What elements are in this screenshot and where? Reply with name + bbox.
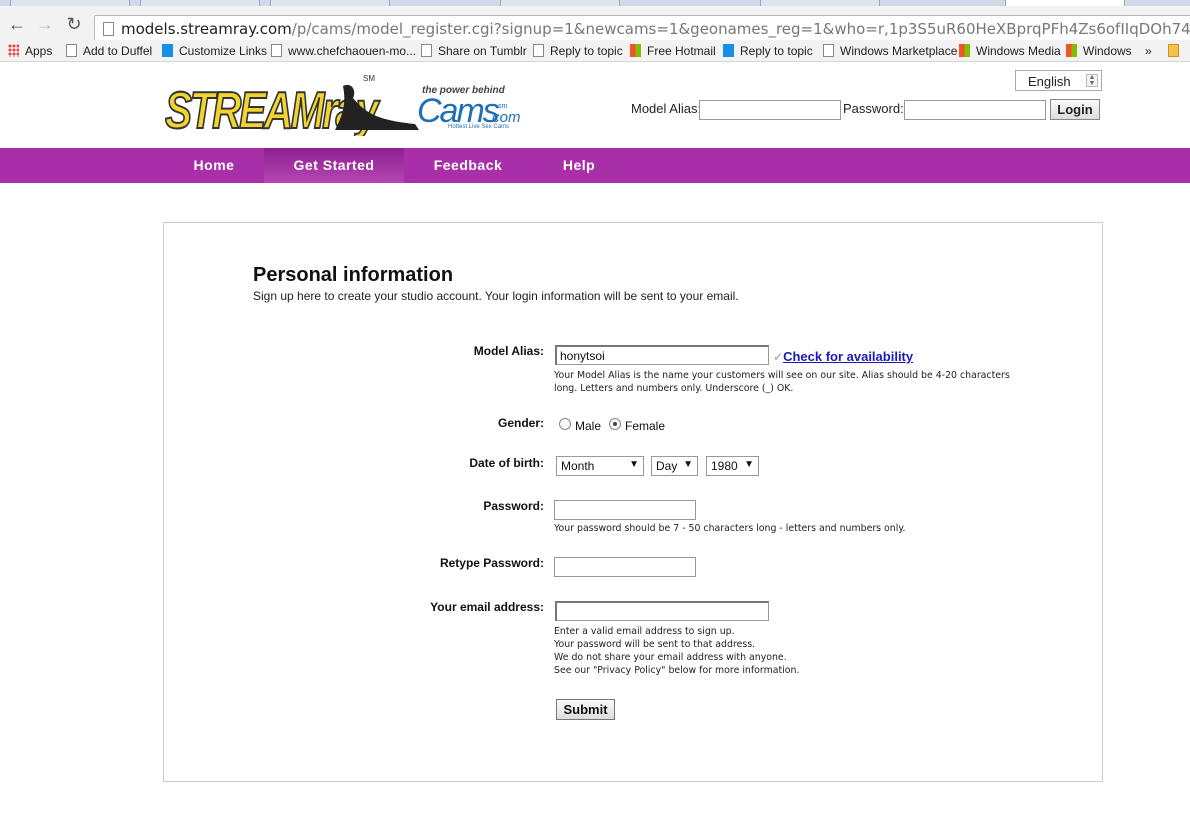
language-select[interactable]: English ▲ ▼: [1015, 70, 1102, 91]
bookmark-share-on-tumblr[interactable]: Share on Tumblr: [421, 43, 527, 59]
nav-home[interactable]: Home: [164, 148, 264, 183]
folder-icon: [1168, 44, 1179, 57]
bookmarks-bar: Apps Add to Duffel Customize Links www.c…: [0, 40, 1190, 62]
gender-label: Gender:: [497, 416, 544, 430]
bookmark-apps[interactable]: Apps: [8, 43, 52, 59]
checkmark-icon: ✓: [773, 350, 784, 364]
password-label: Password:: [483, 499, 544, 513]
page-icon: [823, 44, 834, 57]
dropdown-arrow-icon: ▼: [683, 459, 693, 470]
bookmark-reply-to-topic[interactable]: Reply to topic: [533, 43, 623, 59]
header-password-input[interactable]: [904, 100, 1046, 120]
bookmark-windows[interactable]: Windows: [1066, 43, 1132, 59]
model-alias-hint: Your Model Alias is the name your custom…: [554, 370, 1010, 394]
page-subtitle: Sign up here to create your studio accou…: [253, 289, 739, 303]
dropdown-arrow-icon: ▼: [744, 459, 754, 470]
logo-cams-sub: Hottest Live Sex Cams: [448, 124, 509, 130]
bookmark-free-hotmail[interactable]: Free Hotmail: [630, 43, 716, 59]
password-hint: Your password should be 7 - 50 character…: [554, 523, 906, 534]
page-icon: [421, 44, 432, 57]
windows-icon: [162, 44, 173, 57]
check-availability-link[interactable]: Check for availability: [783, 349, 913, 364]
apps-grid-icon: [8, 44, 19, 57]
windows-flag-icon: [630, 44, 641, 57]
dropdown-arrow-icon: ▼: [629, 459, 639, 470]
forward-arrow-icon[interactable]: →: [35, 15, 55, 33]
submit-button[interactable]: Submit: [556, 699, 615, 720]
email-hint-3: We do not share your email address with …: [554, 652, 787, 663]
reload-icon[interactable]: ↻: [64, 15, 84, 33]
email-input[interactable]: [555, 601, 769, 621]
windows-flag-icon: [959, 44, 970, 57]
dob-month-select[interactable]: Month ▼: [556, 456, 644, 476]
bookmark-windows-marketplace[interactable]: Windows Marketplace: [823, 43, 957, 59]
header-alias-input[interactable]: [699, 100, 841, 120]
email-label: Your email address:: [430, 600, 544, 614]
dob-year-select[interactable]: 1980 ▼: [706, 456, 759, 476]
nav-help[interactable]: Help: [532, 148, 626, 183]
browser-toolbar: ← → ↻ models.streamray.com/p/cams/model_…: [0, 6, 1190, 42]
login-button[interactable]: Login: [1050, 99, 1100, 120]
bookmarks-folder[interactable]: [1168, 43, 1185, 59]
header-password-label: Password:: [843, 101, 904, 116]
gender-male-label: Male: [575, 419, 602, 433]
bookmark-reply-to-topic-2[interactable]: Reply to topic: [723, 43, 813, 59]
windows-flag-icon: [1066, 44, 1077, 57]
main-nav: Home Get Started Feedback Help: [0, 148, 1190, 183]
bookmarks-overflow-chevron[interactable]: »: [1145, 43, 1152, 59]
bookmark-customize-links[interactable]: Customize Links: [162, 43, 267, 59]
page-icon: [533, 44, 544, 57]
document-icon: [723, 44, 734, 57]
email-hint-4: See our "Privacy Policy" below for more …: [554, 665, 800, 676]
dob-label: Date of birth:: [469, 456, 544, 470]
nav-get-started[interactable]: Get Started: [264, 148, 404, 183]
email-hint-1: Enter a valid email address to sign up.: [554, 626, 735, 637]
silhouette-icon: [335, 84, 419, 130]
header-alias-label: Model Alias:: [631, 101, 702, 116]
page-icon: [271, 44, 282, 57]
bookmark-add-to-duffel[interactable]: Add to Duffel: [66, 43, 152, 59]
bookmark-windows-media[interactable]: Windows Media: [959, 43, 1061, 59]
nav-feedback[interactable]: Feedback: [404, 148, 532, 183]
availability-check: ✓Check for availability: [773, 349, 913, 364]
logo-sm-mark: SM: [363, 74, 375, 83]
password-input[interactable]: [554, 500, 696, 520]
retype-password-input[interactable]: [554, 557, 696, 577]
retype-password-label: Retype Password:: [439, 556, 544, 570]
logo-cams-sm: sm: [498, 103, 508, 110]
page-icon: [103, 22, 114, 36]
language-value: English: [1028, 74, 1071, 89]
back-arrow-icon[interactable]: ←: [7, 15, 27, 33]
page-icon: [66, 44, 77, 57]
address-url: models.streamray.com/p/cams/model_regist…: [121, 20, 1190, 38]
streamray-logo-graphic: STREAMray SM the power behind Cams .com …: [164, 74, 520, 140]
gender-male-radio[interactable]: [559, 418, 571, 430]
page-title: Personal information: [253, 264, 454, 286]
dropdown-arrow-icon: ▲ ▼: [1086, 74, 1098, 87]
gender-female-label: Female: [625, 419, 666, 433]
model-alias-label: Model Alias:: [473, 344, 544, 358]
address-bar[interactable]: models.streamray.com/p/cams/model_regist…: [94, 15, 1190, 42]
gender-female-radio[interactable]: [609, 418, 621, 430]
bookmark-chefchaouen[interactable]: www.chefchaouen-mo...: [271, 43, 416, 59]
model-alias-input[interactable]: honytsoi: [555, 345, 769, 365]
email-hint-2: Your password will be sent to that addre…: [554, 639, 756, 650]
dob-day-select[interactable]: Day ▼: [651, 456, 698, 476]
streamray-logo[interactable]: STREAMray SM the power behind Cams .com …: [164, 72, 525, 140]
